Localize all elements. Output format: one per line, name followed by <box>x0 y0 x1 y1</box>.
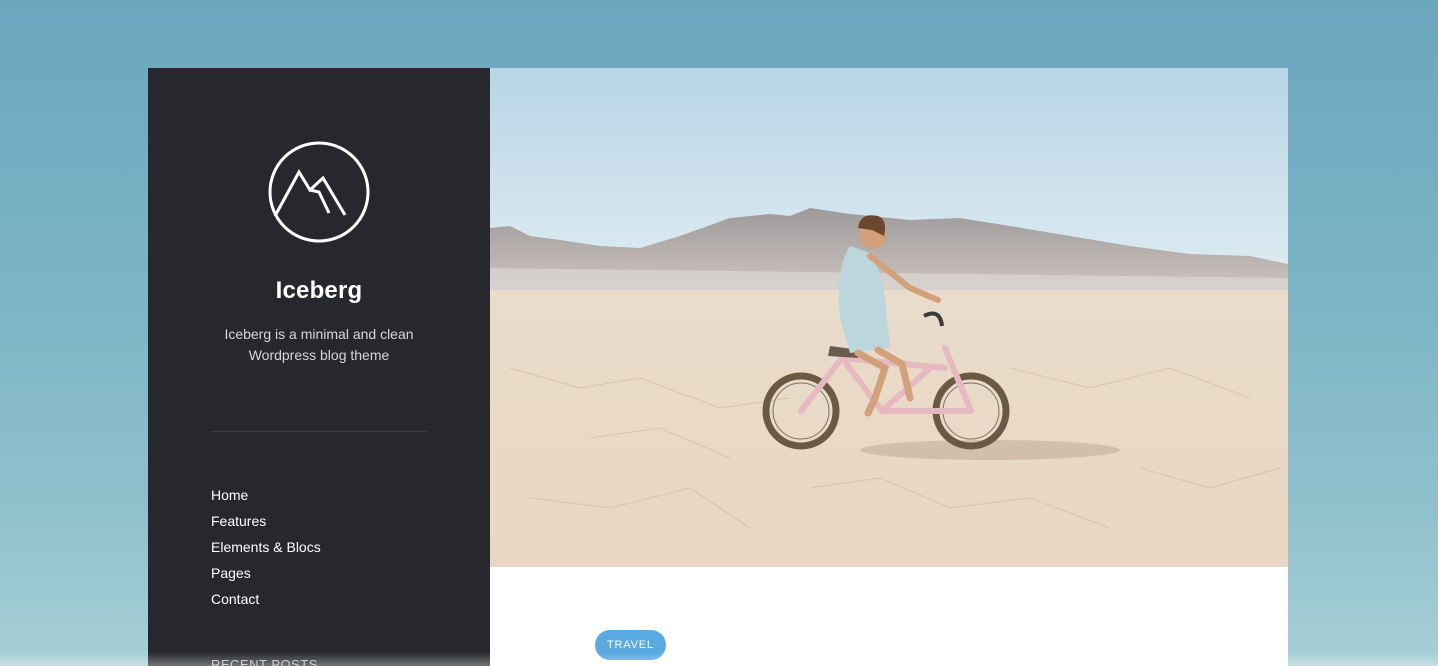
nav-item-elements-blocs[interactable]: Elements & Blocs <box>211 534 321 560</box>
category-badge-travel[interactable]: TRAVEL <box>595 630 666 660</box>
main-content: TRAVEL <box>490 68 1288 666</box>
nav-item-pages[interactable]: Pages <box>211 560 321 586</box>
sidebar-divider <box>211 431 427 432</box>
site-title[interactable]: Iceberg <box>148 277 490 305</box>
mountain-logo-icon[interactable] <box>267 140 371 244</box>
nav-item-features[interactable]: Features <box>211 508 321 534</box>
nav-item-contact[interactable]: Contact <box>211 586 321 612</box>
recent-posts-heading: RECENT POSTS <box>211 657 318 666</box>
site-tagline: Iceberg is a minimal and clean Wordpress… <box>224 326 414 363</box>
site-wrapper: Iceberg Iceberg is a minimal and clean W… <box>148 68 1288 666</box>
main-navigation: Home Features Elements & Blocs Pages Con… <box>211 482 321 612</box>
sidebar: Iceberg Iceberg is a minimal and clean W… <box>148 68 490 666</box>
featured-image[interactable] <box>490 68 1288 567</box>
nav-item-home[interactable]: Home <box>211 482 321 508</box>
